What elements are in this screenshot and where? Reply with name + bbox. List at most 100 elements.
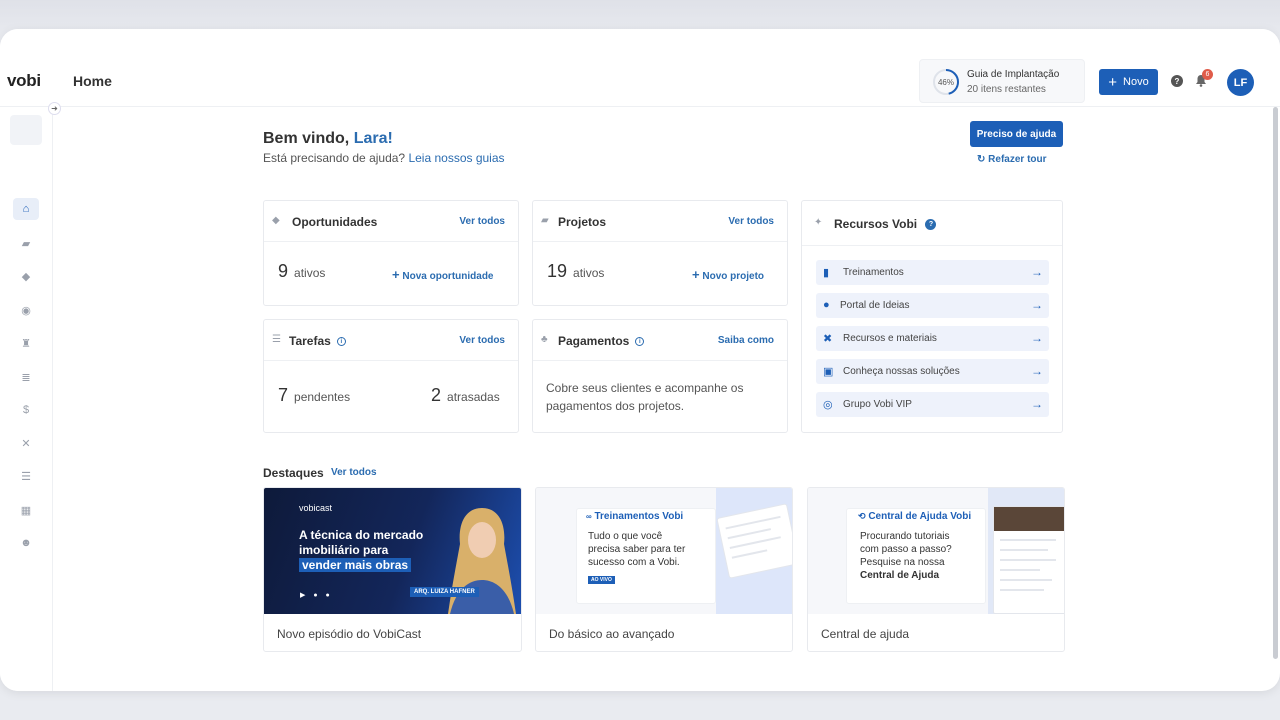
company-logo[interactable]: [10, 115, 42, 145]
avatar[interactable]: LF: [1227, 69, 1254, 96]
tools-icon: ✖: [823, 333, 833, 345]
learn-how-link[interactable]: Saiba como: [718, 335, 774, 346]
tools-icon[interactable]: ✕: [13, 432, 39, 454]
card-title: Tarefas i: [289, 334, 346, 348]
card-title: Projetos: [558, 215, 607, 229]
highlight-card-vobicast[interactable]: vobicast A técnica do mercado imobiliári…: [263, 487, 522, 652]
list-icon: ☰: [272, 334, 281, 345]
new-button[interactable]: + Novo: [1099, 69, 1158, 95]
question-icon[interactable]: ?: [925, 219, 937, 231]
tasks-card: ☰ Tarefas i Ver todos 7 pendentes 2 atrasad…: [263, 319, 519, 433]
info-icon[interactable]: i: [635, 337, 645, 347]
welcome-heading: Bem vindo, Lara!: [263, 130, 393, 147]
sidebar: ➜ ⌂ ▰ ◆ ◉ ♜ ≣ $ ✕ ☰ ▦ ☻: [0, 102, 61, 691]
home-icon[interactable]: ⌂: [13, 198, 39, 220]
money-bag-icon: ♣: [541, 334, 548, 345]
list-icon[interactable]: ☰: [13, 465, 39, 487]
see-all-opportunities-link[interactable]: Ver todos: [459, 216, 505, 227]
compass-icon[interactable]: ◉: [13, 299, 39, 321]
highlight-card-trainings[interactable]: ∞ Treinamentos Vobi Tudo o que você prec…: [535, 487, 793, 652]
whatsapp-icon: ◎: [823, 399, 833, 411]
guides-link[interactable]: Leia nossos guias: [408, 151, 504, 165]
vobicast-logo: vobicast: [299, 503, 333, 513]
guide-percent: 46%: [937, 77, 954, 87]
highlight-card-help-center[interactable]: ⟲ Central de Ajuda Vobi Procurando tutor…: [807, 487, 1065, 652]
top-bar: vobi Home 46% Guia de Implantação 20 ite…: [0, 29, 1280, 107]
need-help-button[interactable]: Preciso de ajuda: [970, 121, 1063, 147]
plus-icon: +: [1108, 73, 1118, 91]
refresh-icon: ↻: [977, 154, 986, 165]
new-opportunity-link[interactable]: + Nova oportunidade: [392, 267, 494, 282]
resource-item-trainings[interactable]: ▮ Treinamentos →: [816, 260, 1049, 285]
vobicast-headline: A técnica do mercado imobiliário para ve…: [299, 528, 424, 572]
new-button-label: Novo: [1123, 76, 1149, 88]
dollar-icon[interactable]: $: [13, 399, 39, 421]
opportunities-count: 9 ativos: [278, 261, 326, 281]
app-mockup: [716, 503, 792, 579]
arrow-right-icon: →: [1031, 265, 1043, 279]
help-icon[interactable]: ?: [1171, 75, 1183, 87]
app-window: vobi Home 46% Guia de Implantação 20 ite…: [0, 29, 1280, 691]
projects-card: ▰ Projetos Ver todos 19 ativos + Novo pro…: [532, 200, 788, 306]
handshake-icon[interactable]: ◆: [13, 265, 39, 287]
refresh-icon: ⟲: [858, 511, 866, 521]
live-badge: AO VIVO: [588, 576, 615, 584]
folder-icon[interactable]: ▰: [13, 232, 39, 254]
users-icon[interactable]: ☻: [13, 532, 39, 554]
late-tasks[interactable]: 2 atrasadas: [431, 385, 500, 406]
help-center-text: Procurando tutoriais com passo a passo? …: [860, 531, 952, 581]
worker-icon[interactable]: ♜: [13, 332, 39, 354]
trainings-title: ∞ Treinamentos Vobi: [586, 511, 684, 522]
payments-description: Cobre seus clientes e acompanhe os pagam…: [546, 381, 744, 413]
trainings-banner: ∞ Treinamentos Vobi Tudo o que você prec…: [536, 488, 792, 614]
card-title: Oportunidades: [292, 215, 378, 229]
info-icon[interactable]: i: [336, 337, 346, 347]
scrollbar[interactable]: [1273, 107, 1278, 659]
arrow-right-icon: →: [1031, 331, 1043, 345]
page-title: Home: [73, 73, 112, 89]
vobicast-banner: vobicast A técnica do mercado imobiliári…: [264, 488, 521, 614]
platform-icons: ▶ ● ●: [300, 592, 333, 599]
help-center-mockup: [993, 506, 1064, 614]
arrow-right-icon: →: [1031, 397, 1043, 411]
guest-name-tag: ARQ. LUIZA HAFNER: [410, 587, 479, 597]
sparkle-icon: ✦: [814, 217, 823, 228]
resources-card: ✦ Recursos Vobi ? ▮ Treinamentos → ● Por…: [801, 200, 1063, 433]
highlights-title: Destaques: [263, 466, 324, 480]
card-title: Recursos Vobi ?: [834, 217, 937, 231]
welcome-subtext: Está precisando de ajuda? Leia nossos gu…: [263, 151, 505, 165]
pending-tasks[interactable]: 7 pendentes: [278, 385, 350, 406]
plus-icon: +: [392, 267, 400, 282]
sidebar-toggle-icon[interactable]: ➜: [48, 102, 61, 115]
lightbulb-icon: ●: [823, 299, 830, 311]
card-title: Pagamentos i: [558, 334, 645, 348]
resource-item-vip-group[interactable]: ◎ Grupo Vobi VIP →: [816, 392, 1049, 417]
link-icon: ∞: [586, 512, 592, 521]
see-all-tasks-link[interactable]: Ver todos: [459, 335, 505, 346]
new-project-link[interactable]: + Novo projeto: [692, 267, 764, 282]
help-center-title: ⟲ Central de Ajuda Vobi: [858, 511, 972, 522]
notification-badge: 6: [1202, 69, 1213, 80]
highlight-caption: Central de ajuda: [821, 627, 910, 641]
logo[interactable]: vobi: [7, 71, 41, 91]
book-icon: ▮: [823, 267, 830, 279]
guide-title: Guia de Implantação: [967, 69, 1060, 80]
projects-count: 19 ativos: [547, 261, 605, 281]
trainings-text: Tudo o que você precisa saber para ter s…: [588, 531, 686, 568]
implementation-guide[interactable]: 46% Guia de Implantação 20 itens restant…: [919, 59, 1085, 103]
apps-icon[interactable]: ▦: [13, 499, 39, 521]
see-all-highlights-link[interactable]: Ver todos: [331, 467, 377, 478]
help-center-banner: ⟲ Central de Ajuda Vobi Procurando tutor…: [808, 488, 1064, 614]
resource-item-ideas[interactable]: ● Portal de Ideias →: [816, 293, 1049, 318]
resource-item-materials[interactable]: ✖ Recursos e materiais →: [816, 326, 1049, 351]
arrow-right-icon: →: [1031, 364, 1043, 378]
handshake-icon: ◆: [272, 215, 280, 226]
opportunities-card: ◆ Oportunidades Ver todos 9 ativos + Nova…: [263, 200, 519, 306]
user-name: Lara!: [353, 130, 393, 147]
plus-icon: +: [692, 267, 700, 282]
see-all-projects-link[interactable]: Ver todos: [728, 216, 774, 227]
redo-tour-link[interactable]: ↻ Refazer tour: [977, 154, 1047, 165]
resource-item-solutions[interactable]: ▣ Conheça nossas soluções →: [816, 359, 1049, 384]
arrow-right-icon: →: [1031, 298, 1043, 312]
database-icon[interactable]: ≣: [13, 366, 39, 388]
